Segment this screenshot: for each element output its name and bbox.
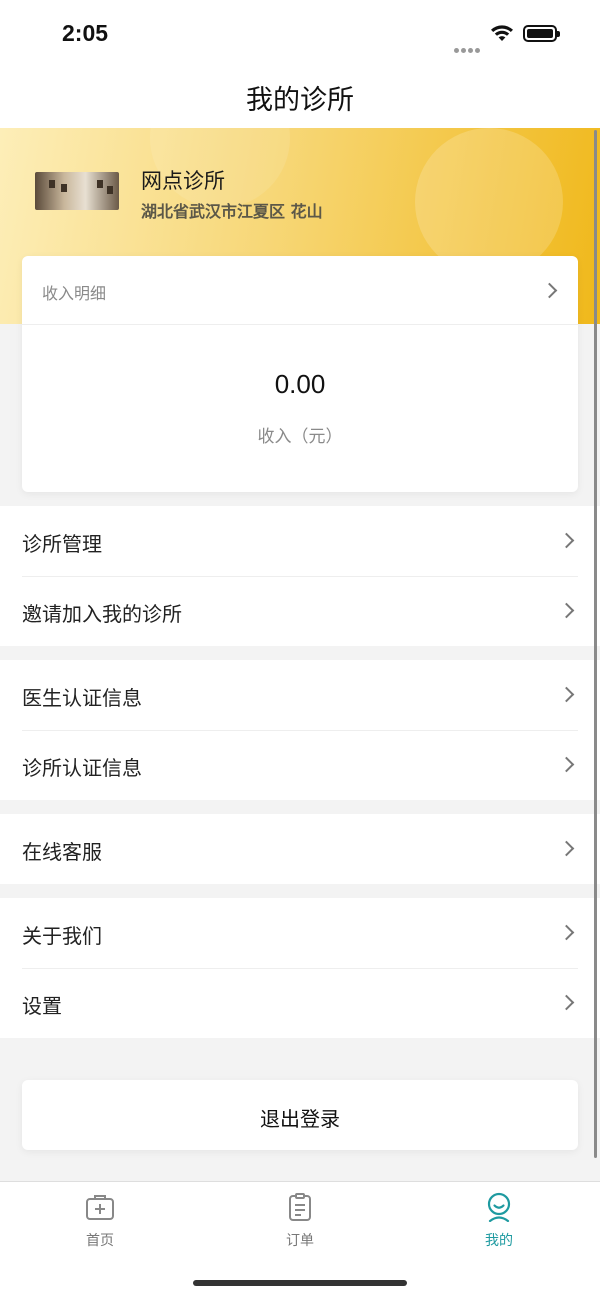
menu-group-misc: 关于我们 设置 [0,898,600,1038]
smiley-user-icon [487,1192,511,1223]
battery-icon [523,25,560,42]
menu-item-invite[interactable]: 邀请加入我的诊所 [0,576,600,646]
chevron-right-icon [558,686,575,703]
income-detail-row[interactable]: 收入明细 [22,256,578,325]
menu-item-clinic-management[interactable]: 诊所管理 [0,506,600,576]
tab-orders[interactable]: 订单 [240,1192,360,1250]
menu-group-clinic: 诊所管理 邀请加入我的诊所 [0,506,600,646]
menu-item-label: 邀请加入我的诊所 [22,602,182,626]
menu-item-settings[interactable]: 设置 [0,968,600,1038]
menu-item-clinic-cert[interactable]: 诊所认证信息 [0,730,600,800]
menu-item-about[interactable]: 关于我们 [0,898,600,968]
menu-item-label: 诊所认证信息 [22,756,142,780]
home-indicator[interactable] [193,1280,407,1286]
logout-label: 退出登录 [260,1107,340,1131]
decorative-circle [415,128,563,276]
chevron-right-icon [541,282,558,299]
logout-button[interactable]: 退出登录 [22,1080,578,1150]
tab-label: 我的 [485,1233,513,1249]
menu-item-label: 关于我们 [22,924,102,948]
status-time: 2:05 [62,20,109,46]
menu-item-label: 在线客服 [22,840,102,864]
clinic-name: 网点诊所 [141,169,225,193]
chevron-right-icon [558,756,575,773]
wifi-icon [491,25,513,41]
menu-item-label: 医生认证信息 [22,686,142,710]
tab-home[interactable]: 首页 [40,1192,160,1250]
chevron-right-icon [558,840,575,857]
chevron-right-icon [558,924,575,941]
nav-bar: 我的诊所 [0,68,600,128]
menu-group-service: 在线客服 [0,814,600,884]
clinic-photo[interactable] [35,172,119,210]
menu-item-doctor-cert[interactable]: 医生认证信息 [0,660,600,730]
chevron-right-icon [558,994,575,1011]
medical-kit-icon [86,1195,114,1220]
tab-mine[interactable]: 我的 [439,1192,559,1250]
chevron-right-icon [558,532,575,549]
income-value: 0.00 [274,369,326,399]
status-bar: 2:05 [0,0,600,68]
menu-item-label: 诊所管理 [22,532,102,556]
tab-label: 订单 [286,1233,314,1249]
income-card: 收入明细 0.00 收入（元） [22,256,578,492]
menu-group-certification: 医生认证信息 诊所认证信息 [0,660,600,800]
clinic-address: 湖北省武汉市江夏区 花山 [141,202,323,221]
income-detail-label: 收入明细 [42,284,107,303]
chevron-right-icon [558,602,575,619]
clipboard-icon [289,1193,311,1221]
income-label: 收入（元） [257,427,343,447]
menu-item-label: 设置 [22,994,62,1018]
scrollbar[interactable] [594,130,597,1158]
page-title: 我的诊所 [246,85,354,116]
tab-label: 首页 [86,1233,114,1249]
cellular-signal-icon [454,38,482,57]
tab-bar: 首页 订单 我的 [0,1181,600,1298]
menu-item-customer-service[interactable]: 在线客服 [0,814,600,884]
